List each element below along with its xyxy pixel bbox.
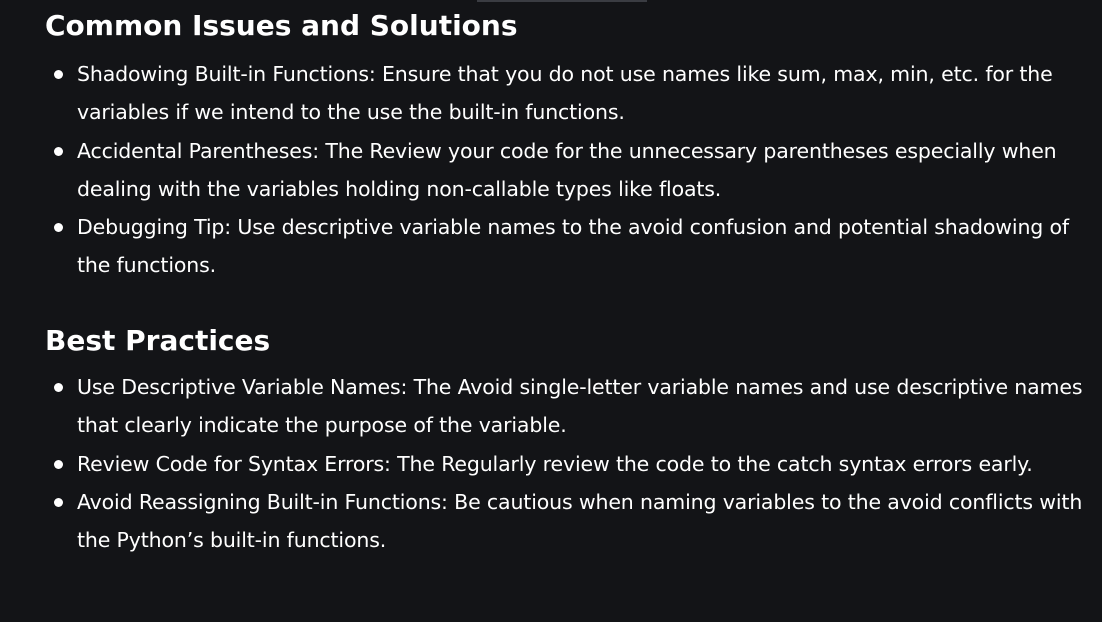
bullet-icon <box>54 223 63 233</box>
list-item: Review Code for Syntax Errors: The Regul… <box>0 445 1102 483</box>
list-item-text: Debugging Tip: Use descriptive variable … <box>77 215 1069 278</box>
list-item: Use Descriptive Variable Names: The Avoi… <box>0 368 1102 445</box>
list-item-text: Avoid Reassigning Built-in Functions: Be… <box>77 489 1083 553</box>
best-practices-list: Use Descriptive Variable Names: The Avoi… <box>0 368 1102 559</box>
bullet-icon <box>54 459 63 469</box>
list-item: Accidental Parentheses: The Review your … <box>0 132 1102 209</box>
bullet-icon <box>54 383 63 392</box>
heading-best-practices: Best Practices <box>45 324 271 357</box>
list-item: Shadowing Built-in Functions: Ensure tha… <box>0 55 1102 132</box>
common-issues-list: Shadowing Built-in Functions: Ensure tha… <box>0 55 1102 285</box>
top-divider <box>477 0 647 2</box>
list-item-text: Use Descriptive Variable Names: The Avoi… <box>77 375 1083 438</box>
bullet-icon <box>54 146 63 156</box>
list-item-text: Review Code for Syntax Errors: The Regul… <box>77 451 1033 476</box>
list-item-text: Accidental Parentheses: The Review your … <box>77 138 1057 201</box>
list-item-text: Shadowing Built-in Functions: Ensure tha… <box>77 62 1053 125</box>
heading-common-issues: Common Issues and Solutions <box>45 9 518 42</box>
bullet-icon <box>54 497 63 507</box>
bullet-icon <box>54 70 63 79</box>
list-item: Avoid Reassigning Built-in Functions: Be… <box>0 483 1102 560</box>
list-item: Debugging Tip: Use descriptive variable … <box>0 208 1102 285</box>
